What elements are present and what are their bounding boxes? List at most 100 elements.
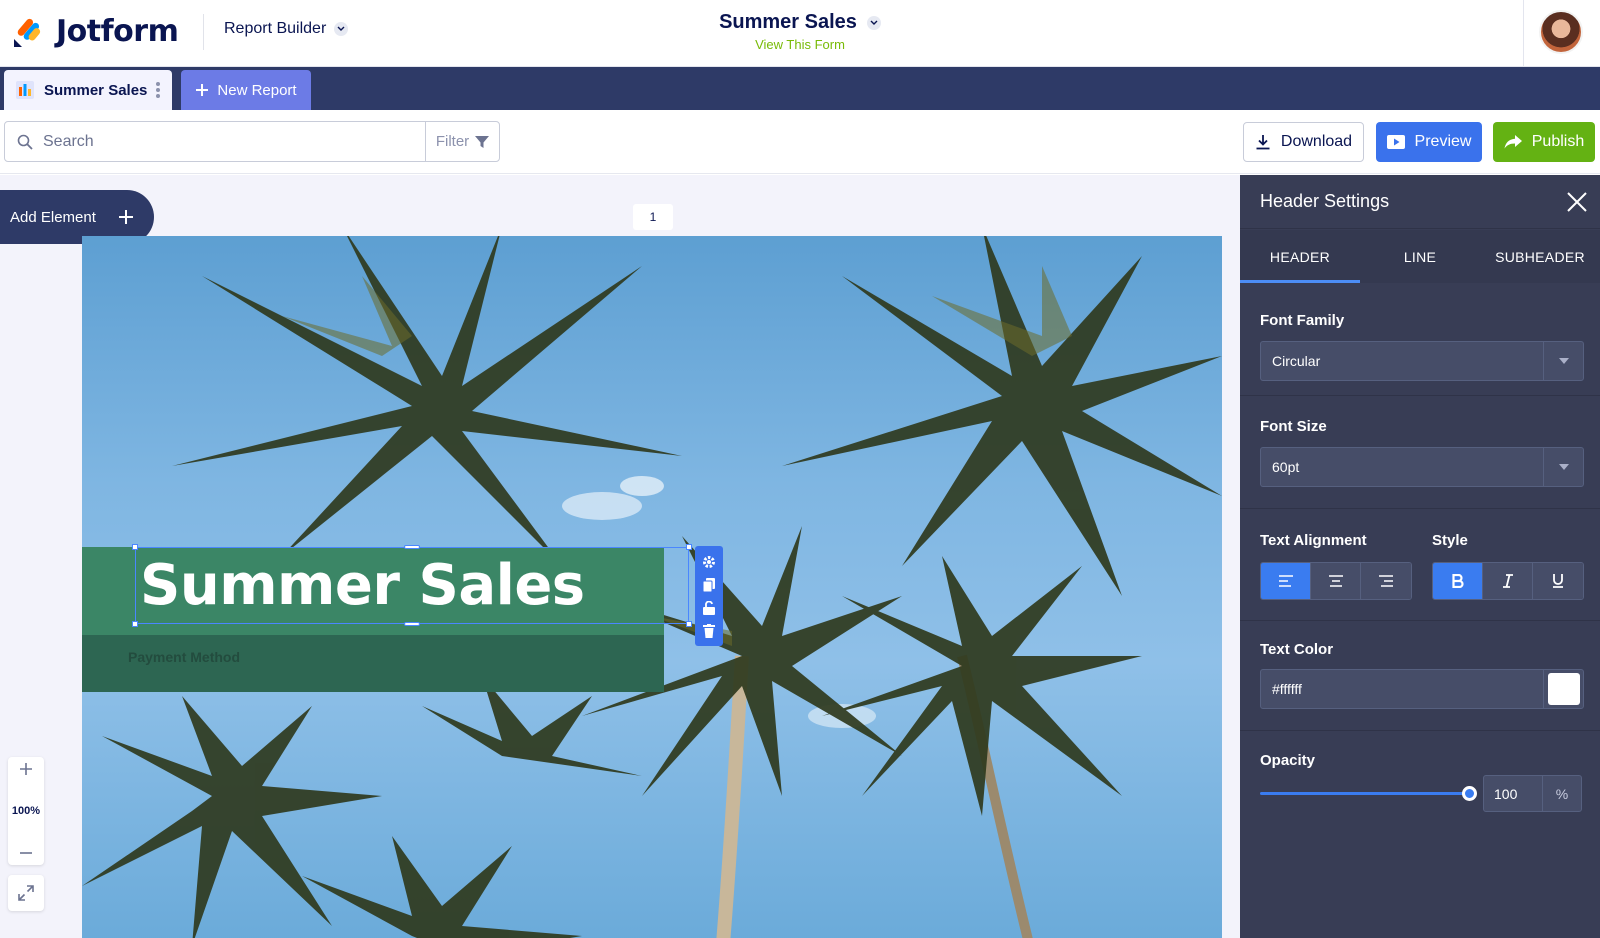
gear-icon[interactable] <box>702 555 716 569</box>
report-canvas: Add Element 1 Summer Sales Payment Metho… <box>0 175 1240 938</box>
resize-handle[interactable] <box>404 622 420 626</box>
view-form-link[interactable]: View This Form <box>0 37 1600 52</box>
tab-subheader[interactable]: SUBHEADER <box>1480 230 1600 283</box>
align-center-button[interactable] <box>1311 563 1361 599</box>
text-color-section: Text Color #ffffff <box>1240 621 1600 731</box>
resize-handle[interactable] <box>404 545 420 549</box>
form-title: Summer Sales <box>719 11 857 33</box>
font-family-label: Font Family <box>1260 312 1345 329</box>
chevron-down-icon <box>866 15 881 30</box>
report-page[interactable]: Summer Sales Payment Method <box>82 236 1222 938</box>
canvas-scroll-rail[interactable] <box>1224 175 1240 938</box>
align-center-icon <box>1328 575 1343 587</box>
font-family-value: Circular <box>1272 353 1321 369</box>
resize-handle[interactable] <box>686 544 692 550</box>
font-size-value: 60pt <box>1272 459 1300 475</box>
publish-button[interactable]: Publish <box>1493 122 1595 162</box>
panel-header: Header Settings <box>1240 175 1600 229</box>
opacity-slider-handle[interactable] <box>1462 786 1477 801</box>
close-icon[interactable] <box>1566 191 1588 213</box>
italic-button[interactable] <box>1483 563 1533 599</box>
align-right-button[interactable] <box>1361 563 1411 599</box>
zoom-out-icon[interactable] <box>20 847 32 859</box>
bold-icon <box>1451 574 1464 588</box>
tab-options-icon[interactable] <box>156 82 160 98</box>
underline-icon <box>1553 574 1563 588</box>
preview-label: Preview <box>1414 133 1472 150</box>
avatar[interactable] <box>1539 10 1583 54</box>
font-size-select[interactable]: 60pt <box>1260 447 1584 487</box>
publish-label: Publish <box>1531 133 1585 150</box>
funnel-icon <box>475 135 490 148</box>
tab-label: Summer Sales <box>44 81 148 99</box>
opacity-unit: % <box>1542 775 1582 812</box>
plus-icon <box>118 210 133 224</box>
zoom-in-icon[interactable] <box>20 763 32 775</box>
panel-tabs: HEADER LINE SUBHEADER <box>1240 230 1600 283</box>
style-label: Style <box>1432 532 1468 549</box>
font-size-label: Font Size <box>1260 418 1327 435</box>
underline-button[interactable] <box>1533 563 1583 599</box>
font-family-select[interactable]: Circular <box>1260 341 1584 381</box>
resize-handle[interactable] <box>686 621 692 627</box>
font-family-section: Font Family Circular <box>1240 283 1600 396</box>
opacity-slider-track[interactable] <box>1260 792 1470 795</box>
search-icon <box>17 134 33 150</box>
trash-icon[interactable] <box>703 623 715 638</box>
preview-button[interactable]: Preview <box>1376 122 1482 162</box>
expand-icon <box>18 885 34 901</box>
align-right-icon <box>1379 575 1393 587</box>
unlock-icon[interactable] <box>703 600 715 615</box>
align-left-button[interactable] <box>1261 563 1311 599</box>
dropdown-arrow-icon <box>1543 342 1583 380</box>
new-report-button[interactable]: New Report <box>181 70 311 110</box>
form-title-block: Summer Sales View This Form <box>0 11 1600 52</box>
text-color-input[interactable]: #ffffff <box>1260 669 1584 709</box>
zoom-level: 100% <box>11 805 41 817</box>
panel-title: Header Settings <box>1260 191 1390 211</box>
text-color-value: #ffffff <box>1272 681 1302 697</box>
alignment-style-section: Text Alignment Style <box>1240 509 1600 621</box>
opacity-label: Opacity <box>1260 752 1316 769</box>
alignment-group <box>1260 562 1412 600</box>
form-title-dropdown[interactable]: Summer Sales <box>719 11 881 34</box>
text-alignment-label: Text Alignment <box>1260 532 1367 549</box>
filter-label: Filter <box>435 133 470 150</box>
top-header: Jotform Report Builder Summer Sales View… <box>0 0 1600 67</box>
page-number: 1 <box>633 204 673 230</box>
resize-handle[interactable] <box>132 621 138 627</box>
plus-icon <box>196 84 209 96</box>
download-icon <box>1256 135 1270 150</box>
user-menu[interactable] <box>1523 0 1600 66</box>
color-swatch <box>1548 673 1580 705</box>
italic-icon <box>1502 574 1513 588</box>
opacity-input[interactable]: 100 <box>1483 775 1543 812</box>
header-settings-panel: Header Settings HEADER LINE SUBHEADER Fo… <box>1240 175 1600 938</box>
fullscreen-button[interactable] <box>8 875 44 911</box>
copy-icon[interactable] <box>703 577 715 592</box>
tab-summer-sales[interactable]: Summer Sales <box>4 70 172 110</box>
bar-chart-icon <box>16 81 34 99</box>
download-label: Download <box>1280 133 1353 150</box>
toolbar: Filter Download Preview Publish <box>0 110 1600 174</box>
text-color-label: Text Color <box>1260 641 1334 658</box>
report-subheader-text[interactable]: Payment Method <box>128 649 240 665</box>
dropdown-arrow-icon <box>1543 448 1583 486</box>
search-box <box>4 121 426 162</box>
bold-button[interactable] <box>1433 563 1483 599</box>
align-left-icon <box>1278 575 1293 587</box>
style-group <box>1432 562 1584 600</box>
search-input[interactable] <box>43 132 403 151</box>
filter-button[interactable]: Filter <box>425 121 500 162</box>
tab-header[interactable]: HEADER <box>1240 230 1360 283</box>
element-toolbar <box>695 546 723 646</box>
download-button[interactable]: Download <box>1243 122 1364 162</box>
tab-line[interactable]: LINE <box>1360 230 1480 283</box>
selection-box <box>135 547 689 624</box>
report-tab-bar: Summer Sales New Report <box>0 67 1600 110</box>
color-swatch-button[interactable] <box>1543 670 1583 708</box>
add-element-label: Add Element <box>10 208 96 226</box>
share-arrow-icon <box>1504 135 1522 149</box>
zoom-control: 100% <box>8 757 44 865</box>
resize-handle[interactable] <box>132 544 138 550</box>
